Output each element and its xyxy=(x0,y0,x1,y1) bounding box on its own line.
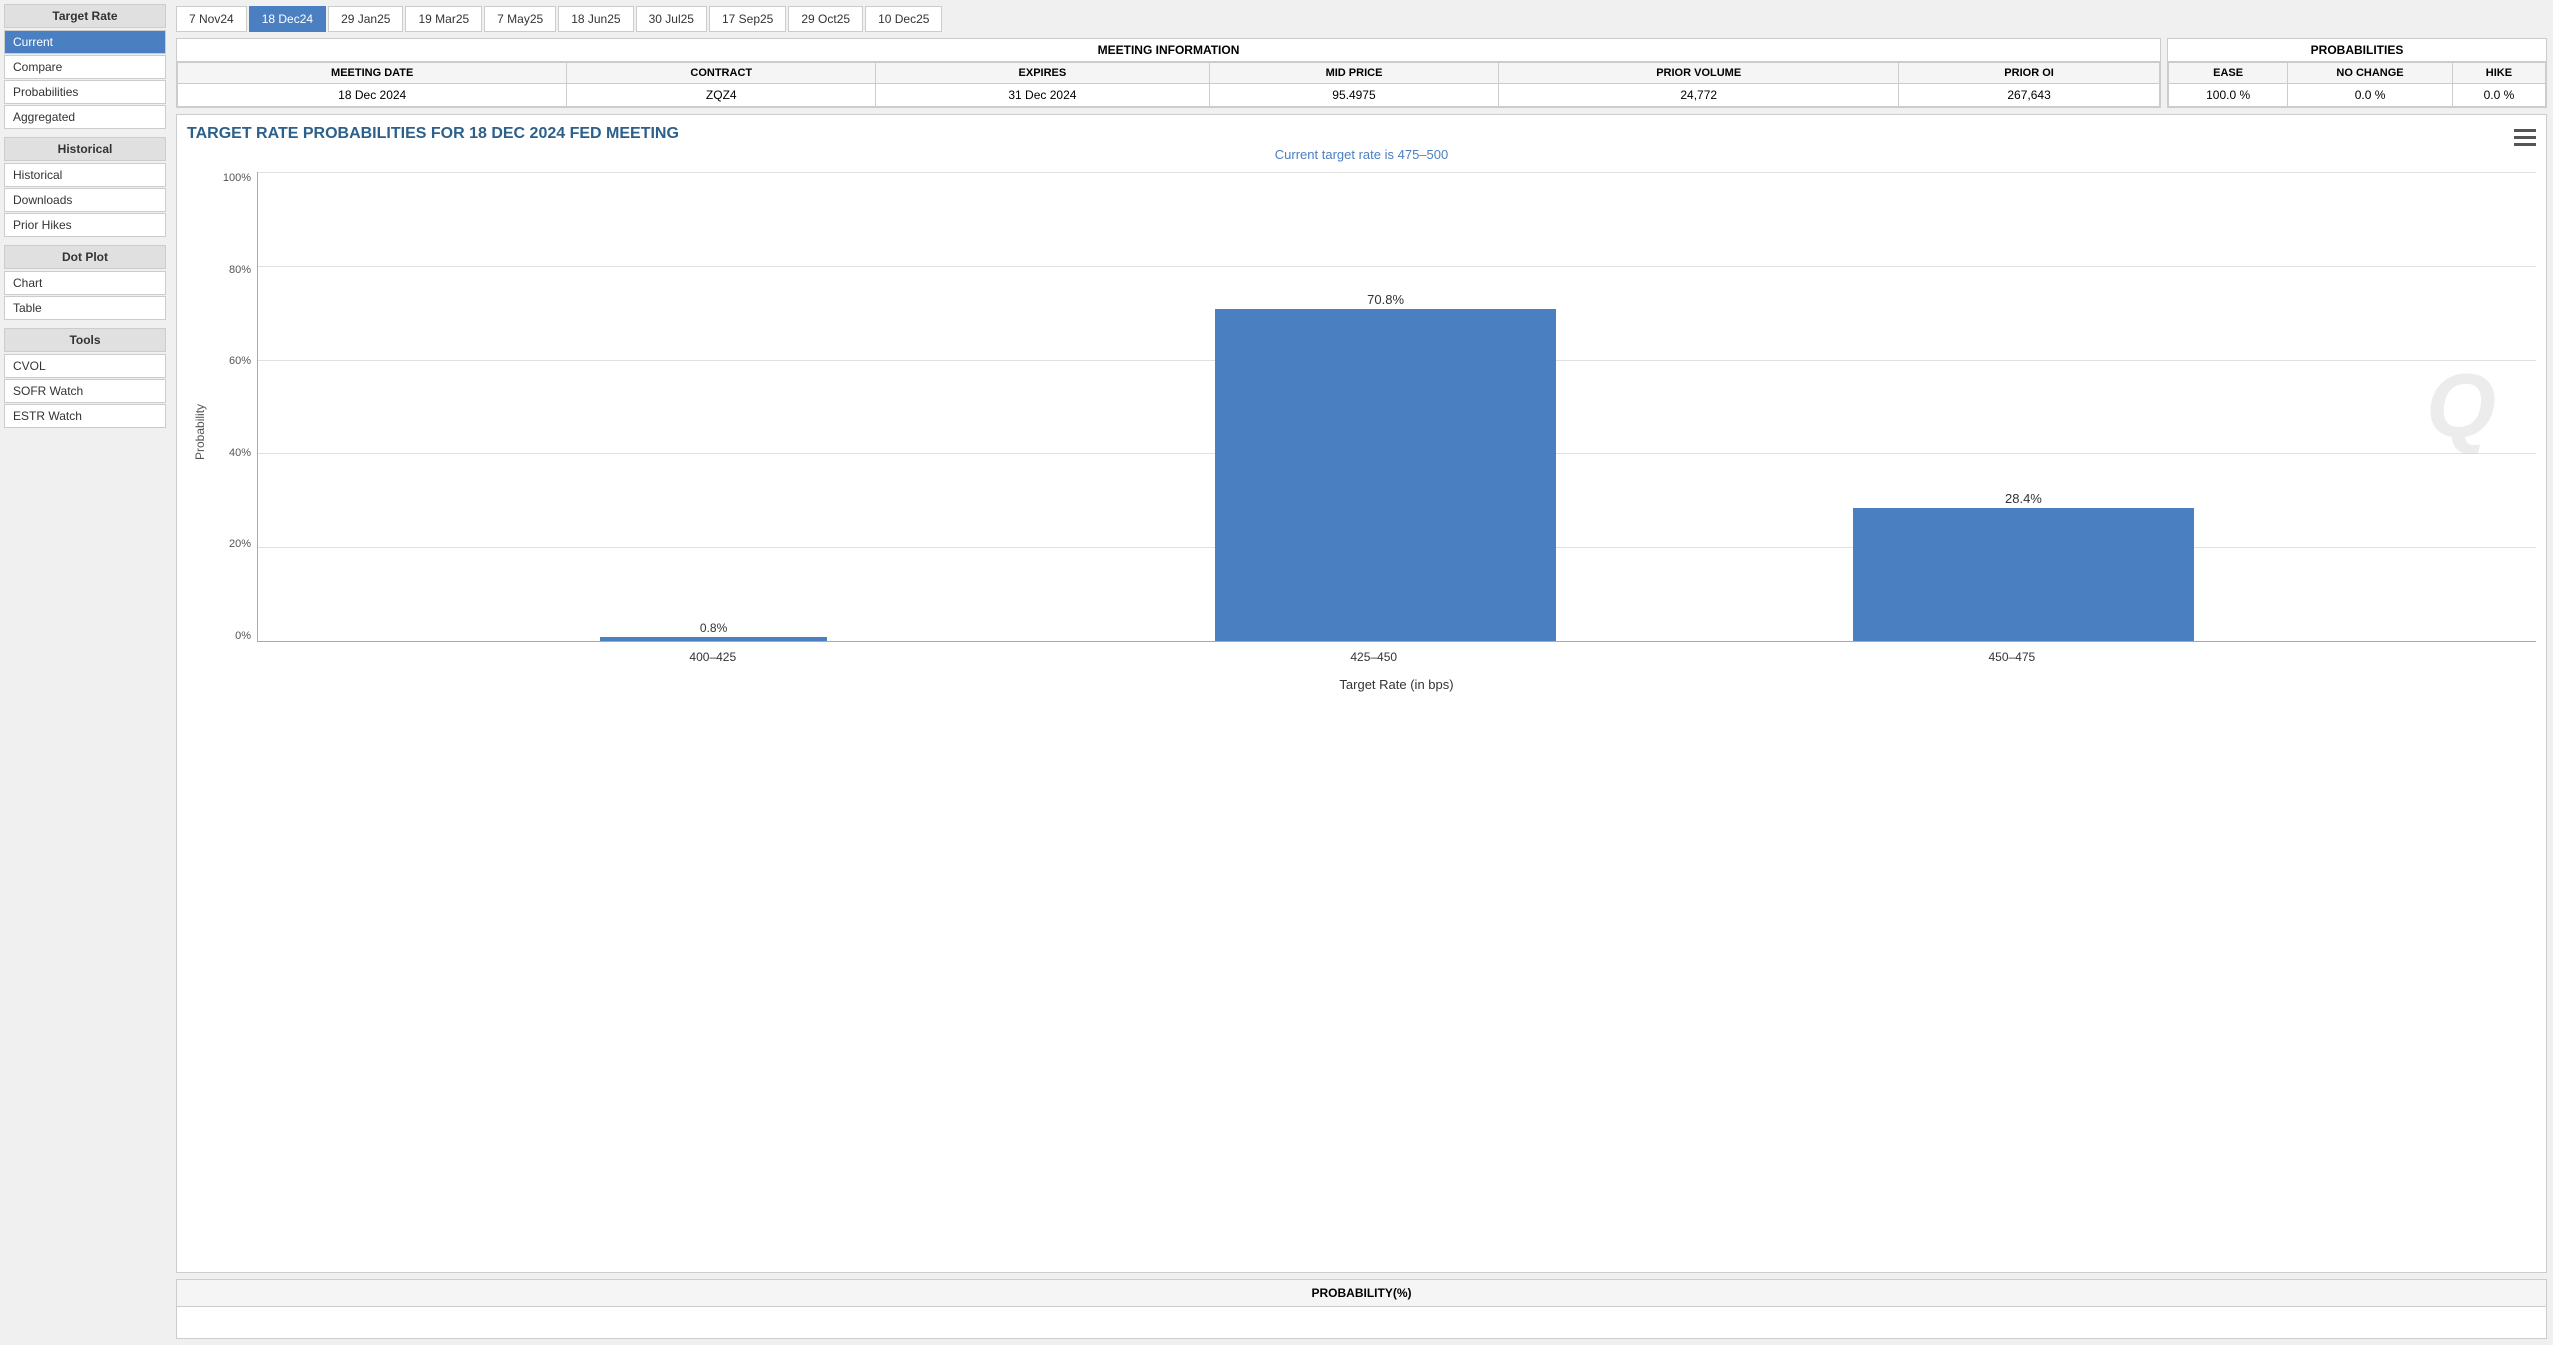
bottom-section: PROBABILITY(%) xyxy=(176,1279,2547,1339)
meeting-col-meeting-date: MEETING DATE xyxy=(178,63,567,84)
meeting-info-title: MEETING INFORMATION xyxy=(177,39,2160,62)
prob-col-ease: EASE xyxy=(2169,63,2288,84)
grid-line-80 xyxy=(258,266,2536,267)
meeting-col-expires: EXPIRES xyxy=(876,63,1210,84)
no-change-cell: 0.0 % xyxy=(2288,84,2453,107)
sidebar-item-current[interactable]: Current xyxy=(4,30,166,54)
watermark: Q xyxy=(2426,355,2496,458)
sidebar-item-chart[interactable]: Chart xyxy=(4,271,166,295)
y-tick-40: 40% xyxy=(229,447,251,459)
bar-label-425-450: 70.8% xyxy=(1215,292,1557,309)
sidebar-item-prior-hikes[interactable]: Prior Hikes xyxy=(4,213,166,237)
bar-450-475: 28.4% xyxy=(1853,508,2195,641)
expires-cell: 31 Dec 2024 xyxy=(876,84,1210,107)
mid-price-cell: 95.4975 xyxy=(1209,84,1499,107)
meeting-col-prior-oi: PRIOR OI xyxy=(1899,63,2160,84)
sidebar-item-table[interactable]: Table xyxy=(4,296,166,320)
y-tick-0: 0% xyxy=(235,630,251,642)
date-tab-19mar25[interactable]: 19 Mar25 xyxy=(405,6,482,32)
hike-cell: 0.0 % xyxy=(2452,84,2545,107)
prob-col-no change: NO CHANGE xyxy=(2288,63,2453,84)
y-tick-80: 80% xyxy=(229,264,251,276)
date-tab-18dec24[interactable]: 18 Dec24 xyxy=(249,6,326,32)
bar-label-400-425: 0.8% xyxy=(600,621,828,637)
chart-area: Probability 100% 80% 60% 40% 20% 0% xyxy=(187,172,2536,692)
sidebar-item-cvol[interactable]: CVOL xyxy=(4,354,166,378)
date-tab-10dec25[interactable]: 10 Dec25 xyxy=(865,6,942,32)
date-tab-29jan25[interactable]: 29 Jan25 xyxy=(328,6,403,32)
grid-line-100 xyxy=(258,172,2536,173)
meeting-col-contract: CONTRACT xyxy=(567,63,876,84)
chart-title: TARGET RATE PROBABILITIES FOR 18 DEC 202… xyxy=(187,125,2536,143)
sidebar-tools-header: Tools xyxy=(4,328,166,352)
sidebar-item-estr-watch[interactable]: ESTR Watch xyxy=(4,404,166,428)
y-axis-label: Probability xyxy=(187,172,207,692)
probabilities-table: PROBABILITIES EASENO CHANGEHIKE 100.0 % … xyxy=(2167,38,2547,108)
chart-menu-icon[interactable] xyxy=(2514,125,2536,150)
sidebar-item-aggregated[interactable]: Aggregated xyxy=(4,105,166,129)
date-tab-30jul25[interactable]: 30 Jul25 xyxy=(636,6,707,32)
prior-volume-cell: 24,772 xyxy=(1499,84,1899,107)
ease-cell: 100.0 % xyxy=(2169,84,2288,107)
bar-400-425: 0.8% xyxy=(600,637,828,641)
chart-section: TARGET RATE PROBABILITIES FOR 18 DEC 202… xyxy=(176,114,2547,1273)
info-section: MEETING INFORMATION MEETING DATECONTRACT… xyxy=(176,38,2547,108)
x-axis-title: Target Rate (in bps) xyxy=(257,647,2536,692)
meeting-col-prior-volume: PRIOR VOLUME xyxy=(1499,63,1899,84)
date-tab-17sep25[interactable]: 17 Sep25 xyxy=(709,6,786,32)
chart-subtitle: Current target rate is 475–500 xyxy=(187,147,2536,162)
meeting-col-mid-price: MID PRICE xyxy=(1209,63,1499,84)
sidebar-target-rate-header: Target Rate xyxy=(4,4,166,28)
probabilities-title: PROBABILITIES xyxy=(2168,39,2546,62)
date-tab-7may25[interactable]: 7 May25 xyxy=(484,6,556,32)
y-tick-100: 100% xyxy=(223,172,251,184)
y-tick-60: 60% xyxy=(229,355,251,367)
sidebar-item-sofr-watch[interactable]: SOFR Watch xyxy=(4,379,166,403)
date-tabs-container: 7 Nov2418 Dec2429 Jan2519 Mar257 May2518… xyxy=(176,6,2547,32)
date-tab-7nov24[interactable]: 7 Nov24 xyxy=(176,6,247,32)
sidebar-dot-plot-header: Dot Plot xyxy=(4,245,166,269)
sidebar-item-compare[interactable]: Compare xyxy=(4,55,166,79)
sidebar-item-historical[interactable]: Historical xyxy=(4,163,166,187)
y-tick-20: 20% xyxy=(229,538,251,550)
meeting-date-cell: 18 Dec 2024 xyxy=(178,84,567,107)
prior-oi-cell: 267,643 xyxy=(1899,84,2160,107)
meeting-info-table: MEETING INFORMATION MEETING DATECONTRACT… xyxy=(176,38,2161,108)
date-tab-29oct25[interactable]: 29 Oct25 xyxy=(788,6,863,32)
sidebar-item-probabilities[interactable]: Probabilities xyxy=(4,80,166,104)
contract-cell: ZQZ4 xyxy=(567,84,876,107)
date-tab-18jun25[interactable]: 18 Jun25 xyxy=(558,6,633,32)
bar-label-450-475: 28.4% xyxy=(1853,491,2195,508)
prob-col-hike: HIKE xyxy=(2452,63,2545,84)
bottom-prob-header: PROBABILITY(%) xyxy=(177,1280,2546,1307)
main-content: 7 Nov2418 Dec2429 Jan2519 Mar257 May2518… xyxy=(170,0,2553,1345)
sidebar-item-downloads[interactable]: Downloads xyxy=(4,188,166,212)
sidebar-historical-header: Historical xyxy=(4,137,166,161)
sidebar: Target Rate CurrentCompareProbabilitiesA… xyxy=(0,0,170,1345)
bar-425-450: 70.8% xyxy=(1215,309,1557,641)
